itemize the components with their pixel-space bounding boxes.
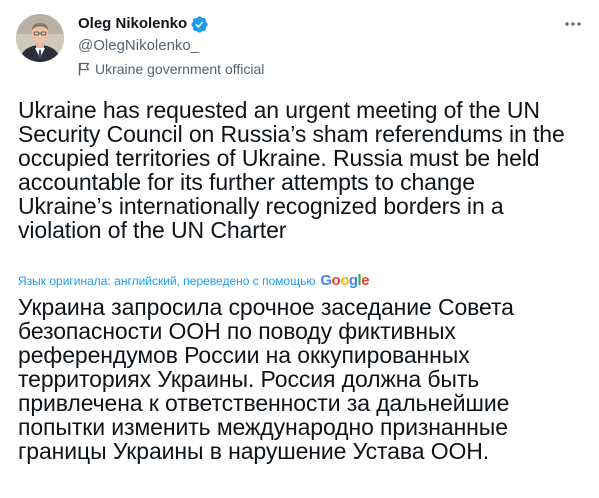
google-logo: Google [320, 272, 370, 289]
tweet: Oleg Nikolenko @OlegNikolenko_ Ukraine g… [0, 0, 599, 498]
author-display-name[interactable]: Oleg Nikolenko [78, 13, 187, 35]
more-options-button[interactable] [563, 14, 583, 34]
translation-attribution: Язык оригинала: английский, переведено с… [18, 272, 370, 290]
avatar[interactable] [16, 14, 64, 62]
translation-source-link[interactable]: Язык оригинала: английский, переведено с… [18, 273, 315, 289]
avatar-image [16, 14, 64, 62]
government-label-text: Ukraine government official [95, 61, 265, 77]
author-handle[interactable]: @OlegNikolenko_ [78, 36, 199, 56]
tweet-text: Ukraine has requested an urgent meeting … [18, 97, 565, 243]
government-flag-icon [78, 62, 90, 76]
author-name-row: Oleg Nikolenko [78, 13, 209, 35]
more-horizontal-icon [565, 22, 581, 26]
verified-badge-icon [190, 15, 209, 34]
translated-tweet-text: Украина запросила срочное заседание Сове… [18, 294, 514, 464]
government-label[interactable]: Ukraine government official [78, 60, 264, 78]
